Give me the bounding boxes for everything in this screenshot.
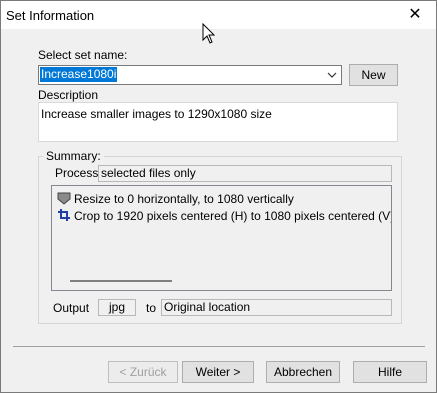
process-field: selected files only <box>98 165 392 182</box>
process-label: Process <box>55 166 99 180</box>
output-location-field: Original location <box>161 299 392 316</box>
description-label: Description <box>38 88 99 102</box>
mouse-cursor-icon <box>202 23 216 44</box>
help-button[interactable]: Hilfe <box>353 361 427 383</box>
resize-icon <box>57 192 71 205</box>
list-item[interactable]: Resize to 0 horizontally, to 1080 vertic… <box>57 191 294 206</box>
summary-list[interactable]: Resize to 0 horizontally, to 1080 vertic… <box>51 185 392 291</box>
set-name-combobox[interactable]: Increase1080i <box>38 65 342 85</box>
output-label: Output <box>53 301 90 315</box>
crop-icon <box>58 209 70 221</box>
set-name-label: Select set name: <box>38 48 128 62</box>
new-set-button[interactable]: New <box>349 64 398 86</box>
title-bar: Set Information ✕ <box>1 1 436 29</box>
set-information-dialog: Set Information ✕ Select set name: Incre… <box>0 0 437 393</box>
description-textarea[interactable]: Increase smaller images to 1290x1080 siz… <box>38 102 398 142</box>
to-label: to <box>146 301 157 315</box>
horizontal-scrollbar-thumb[interactable] <box>70 280 172 282</box>
list-item[interactable]: Crop to 1920 pixels centered (H) to 1080… <box>57 208 391 223</box>
description-text: Increase smaller images to 1290x1080 siz… <box>41 107 272 121</box>
set-name-value: Increase1080i <box>40 67 118 82</box>
output-format-field: jpg <box>98 299 136 316</box>
close-button[interactable]: ✕ <box>394 1 436 29</box>
cancel-button[interactable]: Abbrechen <box>266 361 340 383</box>
back-button[interactable]: < Zurück <box>108 361 178 383</box>
next-button[interactable]: Weiter > <box>182 361 254 383</box>
chevron-down-icon[interactable] <box>325 68 339 82</box>
summary-label: Summary: <box>43 149 104 163</box>
separator <box>13 346 425 347</box>
window-title: Set Information <box>6 8 95 23</box>
